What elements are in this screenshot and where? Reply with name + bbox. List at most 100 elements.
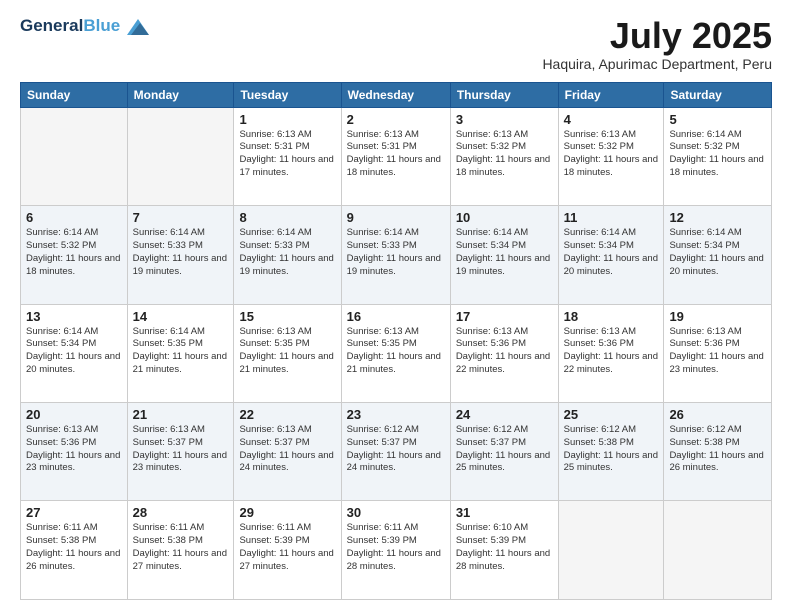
header-sunday: Sunday (21, 82, 128, 107)
table-row: 1Sunrise: 6:13 AM Sunset: 5:31 PM Daylig… (234, 107, 341, 205)
day-info: Sunrise: 6:14 AM Sunset: 5:34 PM Dayligh… (669, 227, 766, 278)
header-tuesday: Tuesday (234, 82, 341, 107)
title-section: July 2025 Haquira, Apurimac Department, … (542, 16, 772, 72)
table-row: 6Sunrise: 6:14 AM Sunset: 5:32 PM Daylig… (21, 206, 128, 304)
day-number: 9 (347, 210, 445, 225)
day-info: Sunrise: 6:13 AM Sunset: 5:35 PM Dayligh… (347, 326, 445, 377)
day-number: 8 (239, 210, 335, 225)
day-info: Sunrise: 6:14 AM Sunset: 5:34 PM Dayligh… (564, 227, 659, 278)
day-number: 13 (26, 309, 122, 324)
calendar-page: GeneralBlue July 2025 Haquira, Apurimac … (0, 0, 792, 612)
table-row: 31 Sunrise: 6:10 AM Sunset: 5:39 PM Dayli… (450, 501, 558, 600)
table-row: 20Sunrise: 6:13 AM Sunset: 5:36 PM Dayli… (21, 403, 128, 501)
day-info: Sunrise: 6:12 AM Sunset: 5:37 PM Dayligh… (456, 424, 553, 475)
header-thursday: Thursday (450, 82, 558, 107)
table-row: 7 Sunrise: 6:14 AM Sunset: 5:33 PM Daylig… (127, 206, 234, 304)
day-number: 14 (133, 309, 229, 324)
calendar-week-row: 20Sunrise: 6:13 AM Sunset: 5:36 PM Dayli… (21, 403, 772, 501)
day-info: Sunrise: 6:14 AM Sunset: 5:33 PM Dayligh… (347, 227, 445, 278)
calendar-week-row: 1Sunrise: 6:13 AM Sunset: 5:31 PM Daylig… (21, 107, 772, 205)
day-number: 24 (456, 407, 553, 422)
table-row: 28 Sunrise: 6:11 AM Sunset: 5:38 PM Dayli… (127, 501, 234, 600)
day-number: 7 (133, 210, 229, 225)
table-row: 15 Sunrise: 6:13 AM Sunset: 5:35 PM Dayli… (234, 304, 341, 402)
day-number: 2 (347, 112, 445, 127)
day-info: Sunrise: 6:12 AM Sunset: 5:38 PM Dayligh… (564, 424, 659, 475)
day-info: Sunrise: 6:13 AM Sunset: 5:37 PM Dayligh… (239, 424, 335, 475)
day-info: Sunrise: 6:13 AM Sunset: 5:32 PM Dayligh… (564, 129, 659, 180)
table-row: 23Sunrise: 6:12 AM Sunset: 5:37 PM Dayli… (341, 403, 450, 501)
table-row: 30Sunrise: 6:11 AM Sunset: 5:39 PM Dayli… (341, 501, 450, 600)
header-saturday: Saturday (664, 82, 772, 107)
day-number: 22 (239, 407, 335, 422)
day-number: 5 (669, 112, 766, 127)
table-row: 17 Sunrise: 6:13 AM Sunset: 5:36 PM Dayli… (450, 304, 558, 402)
day-info: Sunrise: 6:10 AM Sunset: 5:39 PM Dayligh… (456, 522, 553, 573)
table-row: 18 Sunrise: 6:13 AM Sunset: 5:36 PM Dayli… (558, 304, 664, 402)
day-number: 21 (133, 407, 229, 422)
table-row: 26Sunrise: 6:12 AM Sunset: 5:38 PM Dayli… (664, 403, 772, 501)
day-number: 6 (26, 210, 122, 225)
day-number: 25 (564, 407, 659, 422)
day-number: 18 (564, 309, 659, 324)
table-row: 19Sunrise: 6:13 AM Sunset: 5:36 PM Dayli… (664, 304, 772, 402)
day-number: 28 (133, 505, 229, 520)
table-row: 27 Sunrise: 6:11 AM Sunset: 5:38 PM Dayli… (21, 501, 128, 600)
logo-blue-text: Blue (83, 16, 120, 35)
table-row: 2Sunrise: 6:13 AM Sunset: 5:31 PM Daylig… (341, 107, 450, 205)
day-number: 10 (456, 210, 553, 225)
day-info: Sunrise: 6:13 AM Sunset: 5:35 PM Dayligh… (239, 326, 335, 377)
day-number: 17 (456, 309, 553, 324)
calendar-week-row: 13 Sunrise: 6:14 AM Sunset: 5:34 PM Dayli… (21, 304, 772, 402)
table-row (127, 107, 234, 205)
table-row (664, 501, 772, 600)
day-info: Sunrise: 6:14 AM Sunset: 5:35 PM Dayligh… (133, 326, 229, 377)
table-row: 25 Sunrise: 6:12 AM Sunset: 5:38 PM Dayli… (558, 403, 664, 501)
table-row: 21Sunrise: 6:13 AM Sunset: 5:37 PM Dayli… (127, 403, 234, 501)
day-number: 15 (239, 309, 335, 324)
table-row: 13 Sunrise: 6:14 AM Sunset: 5:34 PM Dayli… (21, 304, 128, 402)
day-info: Sunrise: 6:13 AM Sunset: 5:36 PM Dayligh… (456, 326, 553, 377)
table-row: 14 Sunrise: 6:14 AM Sunset: 5:35 PM Dayli… (127, 304, 234, 402)
header-monday: Monday (127, 82, 234, 107)
table-row (21, 107, 128, 205)
day-number: 19 (669, 309, 766, 324)
day-number: 11 (564, 210, 659, 225)
weekday-header-row: Sunday Monday Tuesday Wednesday Thursday… (21, 82, 772, 107)
day-info: Sunrise: 6:14 AM Sunset: 5:34 PM Dayligh… (456, 227, 553, 278)
day-number: 27 (26, 505, 122, 520)
day-info: Sunrise: 6:14 AM Sunset: 5:33 PM Dayligh… (133, 227, 229, 278)
day-info: Sunrise: 6:11 AM Sunset: 5:38 PM Dayligh… (133, 522, 229, 573)
calendar-week-row: 27 Sunrise: 6:11 AM Sunset: 5:38 PM Dayli… (21, 501, 772, 600)
day-info: Sunrise: 6:13 AM Sunset: 5:36 PM Dayligh… (26, 424, 122, 475)
day-info: Sunrise: 6:14 AM Sunset: 5:33 PM Dayligh… (239, 227, 335, 278)
table-row: 22 Sunrise: 6:13 AM Sunset: 5:37 PM Dayli… (234, 403, 341, 501)
table-row: 12 Sunrise: 6:14 AM Sunset: 5:34 PM Dayli… (664, 206, 772, 304)
day-info: Sunrise: 6:12 AM Sunset: 5:38 PM Dayligh… (669, 424, 766, 475)
day-info: Sunrise: 6:13 AM Sunset: 5:31 PM Dayligh… (239, 129, 335, 180)
table-row: 9 Sunrise: 6:14 AM Sunset: 5:33 PM Daylig… (341, 206, 450, 304)
day-info: Sunrise: 6:14 AM Sunset: 5:34 PM Dayligh… (26, 326, 122, 377)
day-number: 4 (564, 112, 659, 127)
table-row: 10 Sunrise: 6:14 AM Sunset: 5:34 PM Dayli… (450, 206, 558, 304)
day-info: Sunrise: 6:11 AM Sunset: 5:39 PM Dayligh… (347, 522, 445, 573)
logo-general-text: General (20, 16, 83, 35)
header-wednesday: Wednesday (341, 82, 450, 107)
table-row: 3Sunrise: 6:13 AM Sunset: 5:32 PM Daylig… (450, 107, 558, 205)
day-number: 29 (239, 505, 335, 520)
day-info: Sunrise: 6:11 AM Sunset: 5:38 PM Dayligh… (26, 522, 122, 573)
header: GeneralBlue July 2025 Haquira, Apurimac … (20, 16, 772, 72)
table-row (558, 501, 664, 600)
day-info: Sunrise: 6:11 AM Sunset: 5:39 PM Dayligh… (239, 522, 335, 573)
header-friday: Friday (558, 82, 664, 107)
day-number: 31 (456, 505, 553, 520)
table-row: 16Sunrise: 6:13 AM Sunset: 5:35 PM Dayli… (341, 304, 450, 402)
month-title: July 2025 (542, 16, 772, 56)
day-info: Sunrise: 6:12 AM Sunset: 5:37 PM Dayligh… (347, 424, 445, 475)
logo: GeneralBlue (20, 16, 149, 37)
logo-icon (127, 17, 149, 37)
day-number: 12 (669, 210, 766, 225)
day-info: Sunrise: 6:13 AM Sunset: 5:36 PM Dayligh… (564, 326, 659, 377)
table-row: 8 Sunrise: 6:14 AM Sunset: 5:33 PM Daylig… (234, 206, 341, 304)
calendar-week-row: 6Sunrise: 6:14 AM Sunset: 5:32 PM Daylig… (21, 206, 772, 304)
